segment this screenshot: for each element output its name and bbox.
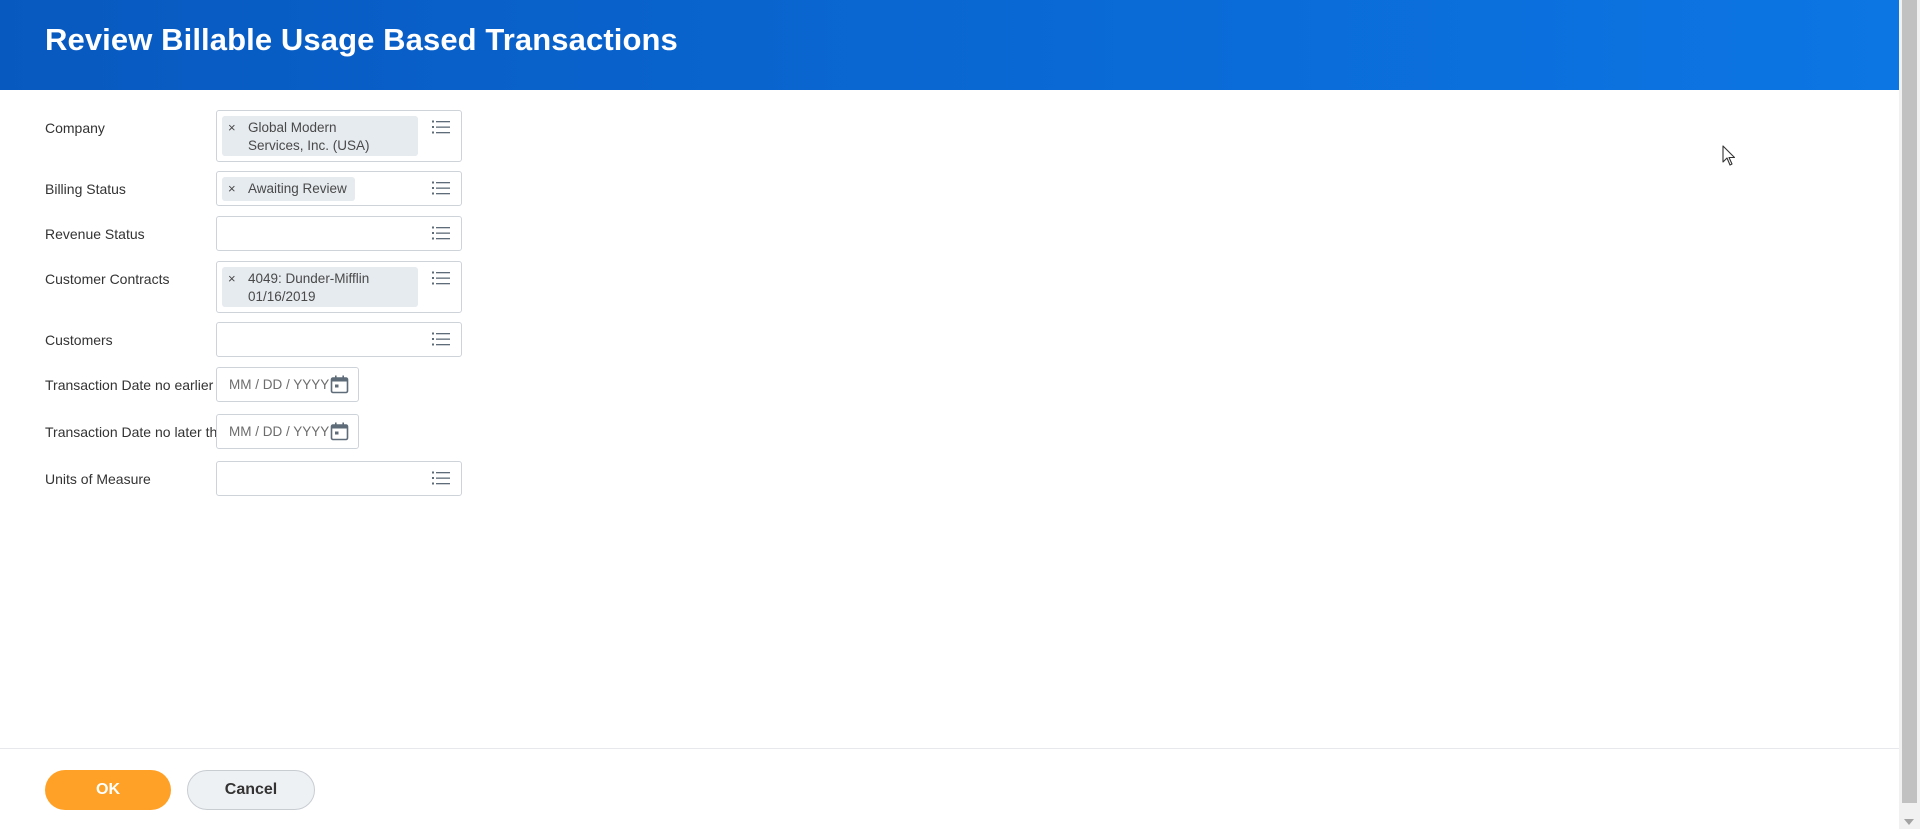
page: Review Billable Usage Based Transactions… [0,0,1920,829]
billing-status-pill[interactable]: × Awaiting Review [222,177,355,201]
remove-icon[interactable]: × [228,270,236,288]
prompt-list-icon[interactable] [432,271,450,285]
date-from-label: Transaction Date no earlier than [45,377,245,393]
customer-contract-pill[interactable]: × 4049: Dunder-Mifflin 01/16/2019 [222,267,418,307]
billing-status-field[interactable]: × Awaiting Review [216,171,462,206]
mouse-cursor-icon [1722,145,1736,166]
company-value-line1: Global Modern [248,120,337,135]
date-to-label: Transaction Date no later than [45,424,233,440]
prompt-list-icon[interactable] [432,471,450,485]
billing-status-value: Awaiting Review [248,181,347,196]
scroll-down-arrow-icon[interactable] [1904,819,1914,825]
date-to-input[interactable]: MM / DD / YYYY [216,414,359,449]
company-label: Company [45,120,105,136]
page-header: Review Billable Usage Based Transactions [0,0,1899,90]
cancel-button[interactable]: Cancel [187,770,315,810]
remove-icon[interactable]: × [228,180,236,198]
units-of-measure-field[interactable] [216,461,462,496]
footer-divider [0,748,1899,749]
date-to-placeholder: MM / DD / YYYY [229,424,330,439]
ok-button[interactable]: OK [45,770,171,810]
prompt-list-icon[interactable] [432,226,450,240]
page-title: Review Billable Usage Based Transactions [45,22,678,57]
company-value-line2: Services, Inc. (USA) [248,138,370,153]
vertical-scrollbar[interactable] [1899,0,1920,829]
date-from-placeholder: MM / DD / YYYY [229,377,330,392]
customers-label: Customers [45,332,113,348]
units-of-measure-label: Units of Measure [45,471,151,487]
date-from-input[interactable]: MM / DD / YYYY [216,367,359,402]
customer-contracts-label: Customer Contracts [45,271,170,287]
customers-field[interactable] [216,322,462,357]
prompt-list-icon[interactable] [432,332,450,346]
prompt-list-icon[interactable] [432,120,450,134]
company-pill[interactable]: × Global Modern Services, Inc. (USA) [222,116,418,156]
calendar-icon[interactable] [330,375,349,394]
company-field[interactable]: × Global Modern Services, Inc. (USA) [216,110,462,162]
revenue-status-label: Revenue Status [45,226,145,242]
scrollbar-thumb[interactable] [1902,0,1917,803]
customer-contract-value-line2: 01/16/2019 [248,289,316,304]
calendar-icon[interactable] [330,422,349,441]
customer-contracts-field[interactable]: × 4049: Dunder-Mifflin 01/16/2019 [216,261,462,313]
prompt-list-icon[interactable] [432,181,450,195]
remove-icon[interactable]: × [228,119,236,137]
revenue-status-field[interactable] [216,216,462,251]
customer-contract-value-line1: 4049: Dunder-Mifflin [248,271,370,286]
billing-status-label: Billing Status [45,181,126,197]
